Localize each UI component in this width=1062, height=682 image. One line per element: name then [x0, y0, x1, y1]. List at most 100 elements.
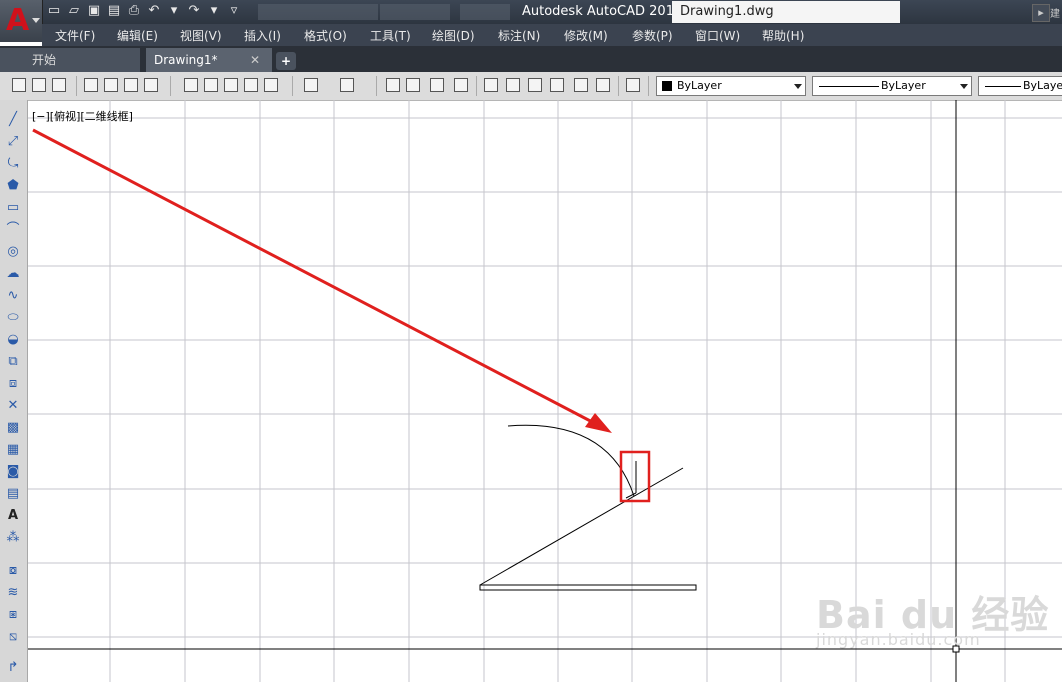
cut-icon[interactable] — [184, 78, 198, 92]
menu-view[interactable]: 视图(V) — [180, 27, 222, 44]
3d-print-icon[interactable] — [144, 78, 158, 92]
copy-icon[interactable] — [204, 78, 218, 92]
menu-parameter[interactable]: 参数(P) — [632, 27, 673, 44]
close-icon[interactable]: ✕ — [250, 48, 260, 72]
menu-help[interactable]: 帮助(H) — [762, 27, 804, 44]
design-center-icon[interactable] — [506, 78, 520, 92]
publish-icon[interactable] — [124, 78, 138, 92]
circle-icon[interactable]: ◎ — [4, 243, 22, 261]
construction-line-icon[interactable]: ⤢ — [4, 133, 22, 151]
redo-dropdown-icon[interactable]: ▾ — [206, 3, 222, 19]
application-menu-button[interactable]: A — [0, 0, 43, 42]
help-icon[interactable] — [626, 78, 640, 92]
layer-isolate-icon[interactable]: ⧅ — [4, 628, 22, 646]
toolbar-divider — [76, 76, 77, 96]
paste-icon[interactable] — [224, 78, 238, 92]
title-bar: ▭ ▱ ▣ ▤ ⎙ ↶ ▾ ↷ ▾ ▿ Autodesk AutoCAD 201… — [0, 0, 1062, 24]
add-selected-icon[interactable]: ⁂ — [4, 529, 22, 547]
tab-start[interactable]: 开始 — [0, 48, 140, 72]
linetype-sample-icon — [819, 86, 879, 87]
pan-icon[interactable] — [386, 78, 400, 92]
lineweight-dropdown[interactable]: ByLayer — [978, 76, 1062, 96]
menu-tools[interactable]: 工具(T) — [370, 27, 411, 44]
redo-icon[interactable]: ↷ — [186, 3, 202, 19]
redo-icon[interactable] — [340, 78, 354, 92]
tab-drawing1[interactable]: Drawing1* ✕ — [146, 48, 272, 72]
viewport-controls[interactable]: [−][俯视][二维线框] — [32, 108, 133, 124]
open-icon[interactable]: ▱ — [66, 3, 82, 19]
save-as-icon[interactable]: ▤ — [106, 3, 122, 19]
insert-block-icon[interactable]: ⧉ — [4, 353, 22, 371]
standard-toolbar: ByLayer ByLayer ByLayer — [0, 72, 1062, 101]
rectangle-icon[interactable]: ▭ — [4, 199, 22, 217]
new-icon[interactable] — [12, 78, 26, 92]
block-editor-icon[interactable] — [264, 78, 278, 92]
search-expand-icon[interactable]: ▸ — [1032, 4, 1050, 22]
tool-palettes-icon[interactable] — [528, 78, 542, 92]
spline-icon[interactable]: ∿ — [4, 287, 22, 305]
ellipse-arc-icon[interactable]: ◒ — [4, 331, 22, 349]
color-dropdown[interactable]: ByLayer — [656, 76, 806, 96]
fillet-icon[interactable]: ↱ — [4, 659, 22, 677]
drawn-rectangle — [479, 584, 697, 591]
layer-walk-icon[interactable]: ⧆ — [4, 606, 22, 624]
arc-icon[interactable]: ⌒ — [4, 221, 22, 239]
markup-icon[interactable] — [574, 78, 588, 92]
polyline-icon[interactable]: ⤿ — [4, 155, 22, 173]
hatch-icon[interactable]: ▩ — [4, 419, 22, 437]
layer-states-icon[interactable]: ≋ — [4, 584, 22, 602]
polygon-icon[interactable]: ⬟ — [4, 177, 22, 195]
titlebar-right-text: 建 — [1050, 9, 1060, 20]
toolbar-divider — [170, 76, 171, 96]
undo-icon[interactable] — [304, 78, 318, 92]
gradient-icon[interactable]: ▦ — [4, 441, 22, 459]
save-icon[interactable] — [52, 78, 66, 92]
sheet-set-icon[interactable] — [550, 78, 564, 92]
menu-draw[interactable]: 绘图(D) — [432, 27, 475, 44]
plot-icon[interactable] — [84, 78, 98, 92]
menu-insert[interactable]: 插入(I) — [244, 27, 281, 44]
customize-qat-icon[interactable]: ▿ — [226, 3, 242, 19]
print-icon[interactable]: ⎙ — [126, 3, 142, 19]
undo-dropdown-icon[interactable]: ▾ — [166, 3, 182, 19]
properties-icon[interactable] — [484, 78, 498, 92]
region-icon[interactable]: ◙ — [4, 463, 22, 481]
open-icon[interactable] — [32, 78, 46, 92]
table-icon[interactable]: ▤ — [4, 485, 22, 503]
save-icon[interactable]: ▣ — [86, 3, 102, 19]
blurred-region — [380, 4, 450, 20]
menu-dimension[interactable]: 标注(N) — [498, 27, 540, 44]
menu-file[interactable]: 文件(F) — [55, 27, 95, 44]
plot-preview-icon[interactable] — [104, 78, 118, 92]
menu-modify[interactable]: 修改(M) — [564, 27, 608, 44]
zoom-realtime-icon[interactable] — [406, 78, 420, 92]
ellipse-icon[interactable]: ⬭ — [4, 309, 22, 327]
menu-format[interactable]: 格式(O) — [304, 27, 347, 44]
make-block-icon[interactable]: ⧈ — [4, 375, 22, 393]
chevron-down-icon — [794, 84, 802, 89]
new-icon[interactable]: ▭ — [46, 3, 62, 19]
app-title: Autodesk AutoCAD 2017 — [522, 4, 683, 19]
annotation-arrowhead — [585, 413, 612, 433]
new-tab-button[interactable]: + — [276, 52, 296, 70]
revision-cloud-icon[interactable]: ☁ — [4, 265, 22, 283]
lineweight-dropdown-value: ByLayer — [1023, 79, 1062, 92]
linetype-dropdown-value: ByLayer — [881, 79, 926, 92]
calculator-icon[interactable] — [596, 78, 610, 92]
multiline-text-icon[interactable]: A — [4, 507, 22, 525]
layer-tool-icon[interactable]: ⧇ — [4, 562, 22, 580]
zoom-window-icon[interactable] — [430, 78, 444, 92]
linetype-dropdown[interactable]: ByLayer — [812, 76, 972, 96]
match-properties-icon[interactable] — [244, 78, 258, 92]
lineweight-sample-icon — [985, 86, 1021, 87]
menu-edit[interactable]: 编辑(E) — [117, 27, 158, 44]
document-title: Drawing1.dwg — [672, 1, 900, 23]
line-tool-icon[interactable]: ╱ — [4, 111, 22, 129]
blurred-region — [460, 4, 510, 20]
toolbar-divider — [618, 76, 619, 96]
undo-icon[interactable]: ↶ — [146, 3, 162, 19]
zoom-previous-icon[interactable] — [454, 78, 468, 92]
menu-window[interactable]: 窗口(W) — [695, 27, 740, 44]
point-icon[interactable]: ✕ — [4, 397, 22, 415]
file-tab-bar: 开始 Drawing1* ✕ + — [0, 46, 1062, 72]
